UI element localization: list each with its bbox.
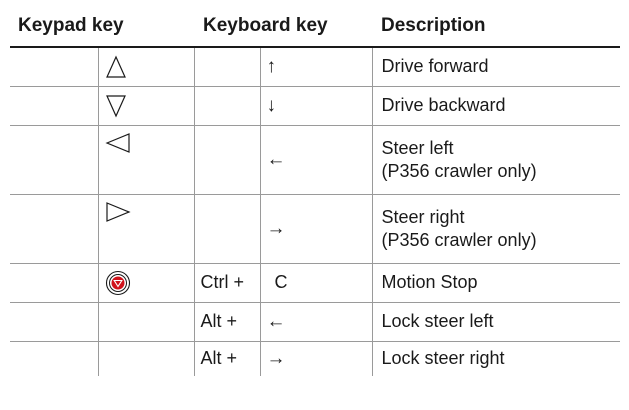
keypad-key-cell <box>98 125 195 195</box>
header-keypad-key: Keypad key <box>10 6 195 48</box>
triangle-right-outline-icon <box>105 202 131 222</box>
table-row: Ctrl + C Motion Stop <box>10 263 620 303</box>
description-text: Motion Stop <box>381 272 478 293</box>
table-row: ↓ Drive backward <box>10 86 620 126</box>
keyboard-key-cell: → <box>260 341 373 376</box>
description-cell: Drive forward <box>372 47 620 87</box>
keypad-key-cell <box>98 86 195 126</box>
description-cell: Lock steer right <box>372 342 620 377</box>
description-note: (P356 crawler only) <box>381 161 537 181</box>
description-text: Steer left <box>381 137 454 158</box>
modifier-cell <box>194 47 261 87</box>
triangle-left-outline-icon <box>104 133 130 153</box>
table-row: ↑ Drive forward <box>10 47 620 87</box>
keypad-blank-cell <box>10 302 99 342</box>
modifier-cell: Ctrl + <box>194 263 261 303</box>
description-text: Lock steer left <box>381 311 494 332</box>
table-row: Alt + → Lock steer right <box>10 341 620 377</box>
modifier-cell <box>194 125 261 195</box>
header-description: Description <box>372 6 620 48</box>
table-header-row: Keypad key Keyboard key Description <box>10 6 620 48</box>
keypad-key-cell <box>98 263 195 303</box>
keypad-blank-cell <box>10 47 99 87</box>
table-row: Alt + ← Lock steer left <box>10 302 620 342</box>
keypad-blank-cell <box>10 263 99 303</box>
description-text: Drive backward <box>381 95 506 116</box>
keypad-key-cell <box>98 341 195 376</box>
table-row: → Steer right (P356 crawler only) <box>10 194 620 264</box>
keyboard-key-cell: → <box>260 194 373 264</box>
description-cell: Steer left (P356 crawler only) <box>372 125 620 195</box>
table-row: ← Steer left (P356 crawler only) <box>10 125 620 195</box>
keyboard-key-cell: C <box>260 263 373 303</box>
description-text: Steer right <box>381 206 465 227</box>
modifier-cell: Alt + <box>194 341 261 376</box>
modifier-cell: Alt + <box>194 302 261 342</box>
keypad-key-cell <box>98 47 195 87</box>
key-mapping-table: Keypad key Keyboard key Description ↑ Dr… <box>10 6 620 376</box>
modifier-cell <box>194 86 261 126</box>
motion-stop-icon <box>105 270 130 296</box>
keypad-blank-cell <box>10 125 99 195</box>
keyboard-key-cell: ↑ <box>260 47 373 87</box>
keyboard-key-cell: ↓ <box>260 86 373 126</box>
description-text: Lock steer right <box>381 348 505 369</box>
description-note: (P356 crawler only) <box>381 230 537 250</box>
description-cell: Motion Stop <box>372 263 620 303</box>
description-cell: Drive backward <box>372 86 620 126</box>
keyboard-key-cell: ← <box>260 125 373 195</box>
keypad-blank-cell <box>10 194 99 264</box>
keypad-key-cell <box>98 302 195 342</box>
description-text: Drive forward <box>381 56 489 77</box>
description-cell: Steer right (P356 crawler only) <box>372 194 620 264</box>
modifier-cell <box>194 194 261 264</box>
keypad-key-cell <box>98 194 195 264</box>
keypad-blank-cell <box>10 341 99 376</box>
keyboard-key-cell: ← <box>260 302 373 342</box>
keypad-blank-cell <box>10 86 99 126</box>
header-keyboard-key: Keyboard key <box>194 6 373 48</box>
description-cell: Lock steer left <box>372 302 620 342</box>
triangle-up-outline-icon <box>105 55 126 78</box>
triangle-down-outline-icon <box>105 95 126 118</box>
